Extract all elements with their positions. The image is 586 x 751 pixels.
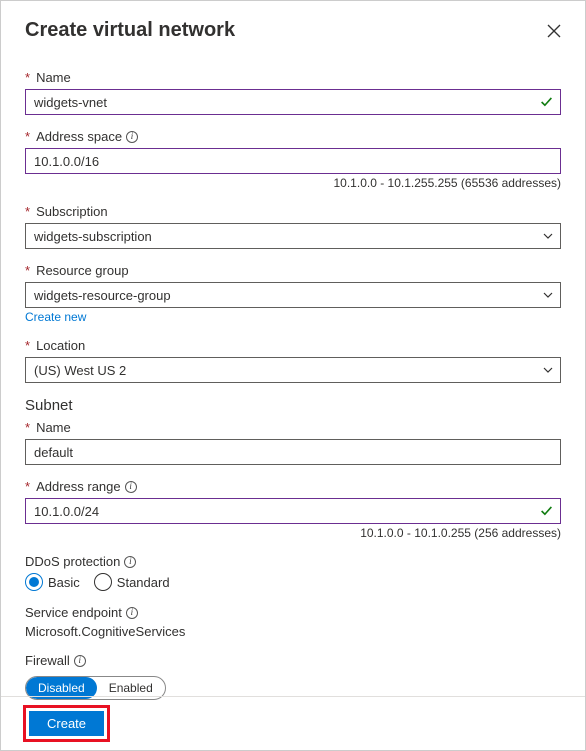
field-resource-group: *Resource group Create new xyxy=(25,263,561,324)
field-ddos: DDoS protection i Basic Standard xyxy=(25,554,561,591)
subnet-address-range-hint: 10.1.0.0 - 10.1.0.255 (256 addresses) xyxy=(25,526,561,540)
subnet-address-range-label: *Address range i xyxy=(25,479,561,494)
ddos-label: DDoS protection i xyxy=(25,554,561,569)
subnet-name-label: *Name xyxy=(25,420,561,435)
footer: Create xyxy=(1,696,585,750)
field-address-space: *Address space i 10.1.0.0 - 10.1.255.255… xyxy=(25,129,561,190)
service-endpoint-value: Microsoft.CognitiveServices xyxy=(25,624,561,639)
subnet-heading: Subnet xyxy=(25,397,561,414)
subnet-name-input[interactable] xyxy=(25,439,561,465)
ddos-basic-radio[interactable]: Basic xyxy=(25,573,80,591)
name-label: *Name xyxy=(25,70,561,85)
field-subscription: *Subscription xyxy=(25,204,561,249)
field-location: *Location xyxy=(25,338,561,383)
address-space-input[interactable] xyxy=(25,148,561,174)
create-button-highlight: Create xyxy=(23,705,110,742)
info-icon[interactable]: i xyxy=(124,556,136,568)
location-select[interactable] xyxy=(25,357,561,383)
field-name: *Name xyxy=(25,70,561,115)
address-space-hint: 10.1.0.0 - 10.1.255.255 (65536 addresses… xyxy=(25,176,561,190)
create-button[interactable]: Create xyxy=(29,711,104,736)
address-space-label: *Address space i xyxy=(25,129,561,144)
field-service-endpoint: Service endpoint i Microsoft.CognitiveSe… xyxy=(25,605,561,639)
panel-title: Create virtual network xyxy=(25,19,235,42)
field-subnet-name: *Name xyxy=(25,420,561,465)
info-icon[interactable]: i xyxy=(125,481,137,493)
panel-header: Create virtual network xyxy=(25,19,561,42)
subnet-address-range-input[interactable] xyxy=(25,498,561,524)
name-input[interactable] xyxy=(25,89,561,115)
info-icon[interactable]: i xyxy=(126,607,138,619)
location-label: *Location xyxy=(25,338,561,353)
ddos-standard-radio[interactable]: Standard xyxy=(94,573,170,591)
close-icon[interactable] xyxy=(547,24,561,38)
firewall-label: Firewall i xyxy=(25,653,561,668)
service-endpoint-label: Service endpoint i xyxy=(25,605,561,620)
info-icon[interactable]: i xyxy=(126,131,138,143)
resource-group-select[interactable] xyxy=(25,282,561,308)
field-firewall: Firewall i Disabled Enabled xyxy=(25,653,561,700)
info-icon[interactable]: i xyxy=(74,655,86,667)
resource-group-label: *Resource group xyxy=(25,263,561,278)
create-new-link[interactable]: Create new xyxy=(25,310,86,324)
field-subnet-address-range: *Address range i 10.1.0.0 - 10.1.0.255 (… xyxy=(25,479,561,540)
subscription-label: *Subscription xyxy=(25,204,561,219)
subscription-select[interactable] xyxy=(25,223,561,249)
